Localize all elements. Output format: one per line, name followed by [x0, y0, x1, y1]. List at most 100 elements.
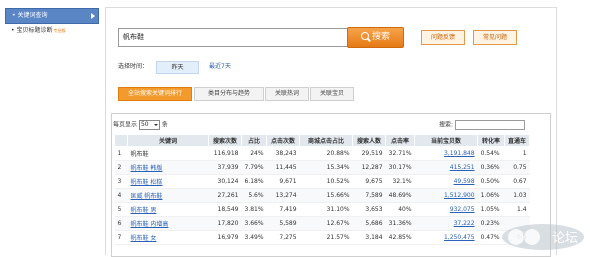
ztc-cell: 1.03: [504, 188, 530, 203]
conversion-cell: 0.36%: [477, 160, 505, 175]
tab-category-trend[interactable]: 类目分布与趋势: [194, 87, 264, 101]
sidebar-item-keyword-query[interactable]: • 关键词查询: [5, 8, 99, 24]
tab-related-items[interactable]: 关联宝贝: [310, 87, 354, 101]
items-link[interactable]: 37,222: [454, 220, 475, 227]
ratio-value: 3.81%: [244, 206, 264, 213]
clicks-cell: 38,243: [266, 146, 300, 161]
mall-click-ratio-cell: 20.88%: [299, 146, 353, 161]
items-cell: 3,191,848: [414, 146, 478, 161]
time-option-yesterday[interactable]: 昨天: [156, 61, 199, 74]
items-link[interactable]: 1,250,475: [444, 234, 475, 241]
table-row[interactable]: 1 帆布鞋 116,918 24% 38,243 20.88% 29,519 32.71% 3,…: [114, 146, 530, 161]
items-link[interactable]: 1,512,900: [444, 192, 475, 199]
search-box: [118, 28, 370, 47]
clicks-cell: 9,671: [266, 174, 300, 189]
search-button-label: 搜索: [371, 32, 390, 42]
filter-label: 搜索:: [439, 121, 454, 129]
mall-click-ratio-cell: 15.66%: [299, 188, 353, 203]
ratio-value: 6.18%: [244, 178, 264, 185]
column-header-keyword[interactable]: 关键词: [127, 134, 209, 147]
items-link[interactable]: 932,075: [450, 206, 475, 213]
clicks-cell: 13,274: [266, 188, 300, 203]
table-row[interactable]: 6 帆布鞋 内增高 17,820 3.66% 5,589 12.67% 5,686 31.36…: [114, 216, 530, 231]
sidebar-item-title-diagnosis[interactable]: • 宝贝标题诊断专业版: [5, 24, 99, 38]
arrow-right-icon: [91, 13, 95, 19]
column-header-searches[interactable]: 搜索次数: [208, 134, 242, 147]
searches-cell: 30,124: [208, 174, 242, 189]
ctr-cell: 30.17%: [385, 160, 415, 175]
mall-click-ratio-cell: 10.52%: [299, 174, 353, 189]
filter-input[interactable]: [454, 120, 525, 130]
time-option-last-7-days[interactable]: 最近7天: [209, 61, 231, 72]
searches-cell: 37,939: [208, 160, 242, 175]
column-header-ctr[interactable]: 点击率: [385, 134, 416, 147]
items-cell: 932,075: [414, 202, 478, 217]
mall-click-ratio-cell: 31.10%: [299, 202, 353, 217]
search-button[interactable]: 搜索: [347, 27, 404, 48]
ratio-value: 3.66%: [244, 220, 264, 227]
column-header-ratio[interactable]: 占比: [240, 134, 268, 147]
row-index: 3: [114, 174, 128, 189]
chevron-down-icon: [153, 124, 158, 126]
users-cell: 29,519: [352, 146, 386, 161]
mall-click-ratio-cell: 12.67%: [299, 216, 353, 231]
users-cell: 9,675: [352, 174, 386, 189]
ztc-cell: 1: [504, 146, 530, 161]
items-link[interactable]: 49,598: [454, 178, 475, 185]
search-input[interactable]: [119, 29, 343, 44]
table-row[interactable]: 3 帆布鞋 松糕 30,124 6.18% 9,671 10.52% 9,675 32.1% 4…: [114, 174, 530, 189]
table-row[interactable]: 4 匡威 帆布鞋 27,261 5.6% 13,274 15.66% 7,589 48.69%…: [114, 188, 530, 203]
items-link[interactable]: 3,191,848: [444, 150, 475, 157]
row-index: 7: [114, 230, 128, 245]
column-header-users[interactable]: 搜索人数: [352, 134, 387, 147]
page-size-prefix: 每页显示: [113, 121, 138, 129]
keyword-link[interactable]: 匡威 帆布鞋: [131, 193, 163, 200]
faq-button[interactable]: 常见问题: [473, 30, 517, 45]
searches-cell: 18,549: [208, 202, 242, 217]
table-row[interactable]: 2 帆布鞋 韩版 37,939 7.79% 11,445 15.34% 12,287 30.1…: [114, 160, 530, 175]
searches-cell: 17,820: [208, 216, 242, 231]
row-index: 1: [114, 146, 128, 161]
ztc-cell: 0.75: [504, 160, 530, 175]
items-cell: 1,512,900: [414, 188, 478, 203]
clicks-cell: 7,275: [266, 230, 300, 245]
main-panel: 搜索 问题反馈 常见问题 选择时间： 昨天 最近7天 全站搜索关键词排行 类目分…: [105, 7, 557, 257]
clicks-cell: 5,589: [266, 216, 300, 231]
column-header-items[interactable]: 当前宝贝数: [414, 134, 479, 147]
keyword-link[interactable]: 帆布鞋 男: [131, 207, 157, 214]
ratio-value: 3.49%: [244, 234, 264, 241]
column-header-ztc[interactable]: 直通车: [504, 134, 531, 147]
keyword-link[interactable]: 帆布鞋 女: [131, 235, 157, 242]
column-header-clicks[interactable]: 点击次数: [266, 134, 301, 147]
page-size-select[interactable]: 50: [138, 120, 160, 130]
row-index: 5: [114, 202, 128, 217]
users-cell: 3,653: [352, 202, 386, 217]
pro-badge: 专业版: [53, 28, 66, 33]
keyword-link[interactable]: 帆布鞋 松糕: [131, 179, 163, 186]
ctr-cell: 32.1%: [385, 174, 415, 189]
items-link[interactable]: 415,251: [450, 164, 475, 171]
keyword-cell: 帆布鞋: [127, 146, 209, 161]
page-size-suffix: 条: [161, 121, 168, 129]
column-header-conversion[interactable]: 转化率: [477, 134, 506, 147]
ratio-cell: 5.6%: [241, 188, 267, 203]
table-row[interactable]: 7 帆布鞋 女 16,979 3.49% 7,275 21.57% 3,184 42.85% 1…: [114, 230, 530, 245]
sidebar-item-label: • 宝贝标题诊断: [11, 27, 53, 34]
keyword-table: 关键词 搜索次数 占比 点击次数 商城点击占比 搜索人数 点击率 当前宝贝数 转…: [114, 134, 531, 245]
tab-related-words[interactable]: 关联热词: [265, 87, 309, 101]
ratio-cell: 3.66%: [241, 216, 267, 231]
table-row[interactable]: 5 帆布鞋 男 18,549 3.81% 7,419 31.10% 3,653 40% 932,…: [114, 202, 530, 217]
keyword-link[interactable]: 帆布鞋 韩版: [131, 165, 163, 172]
tab-keyword-ranking[interactable]: 全站搜索关键词排行: [118, 87, 192, 101]
row-index: 4: [114, 188, 128, 203]
sidebar: • 关键词查询 • 宝贝标题诊断专业版: [5, 8, 99, 38]
ctr-cell: 32.71%: [385, 146, 415, 161]
table-header-row: 关键词 搜索次数 占比 点击次数 商城点击占比 搜索人数 点击率 当前宝贝数 转…: [114, 134, 531, 147]
items-cell: 1,250,475: [414, 230, 478, 245]
column-header-mall-click-ratio[interactable]: 商城点击占比: [299, 134, 354, 147]
column-header-index[interactable]: [114, 134, 128, 147]
keyword-link[interactable]: 帆布鞋 内增高: [131, 221, 169, 228]
feedback-button[interactable]: 问题反馈: [421, 30, 465, 45]
ztc-cell: 0.67: [504, 174, 530, 189]
searches-cell: 116,918: [208, 146, 242, 161]
